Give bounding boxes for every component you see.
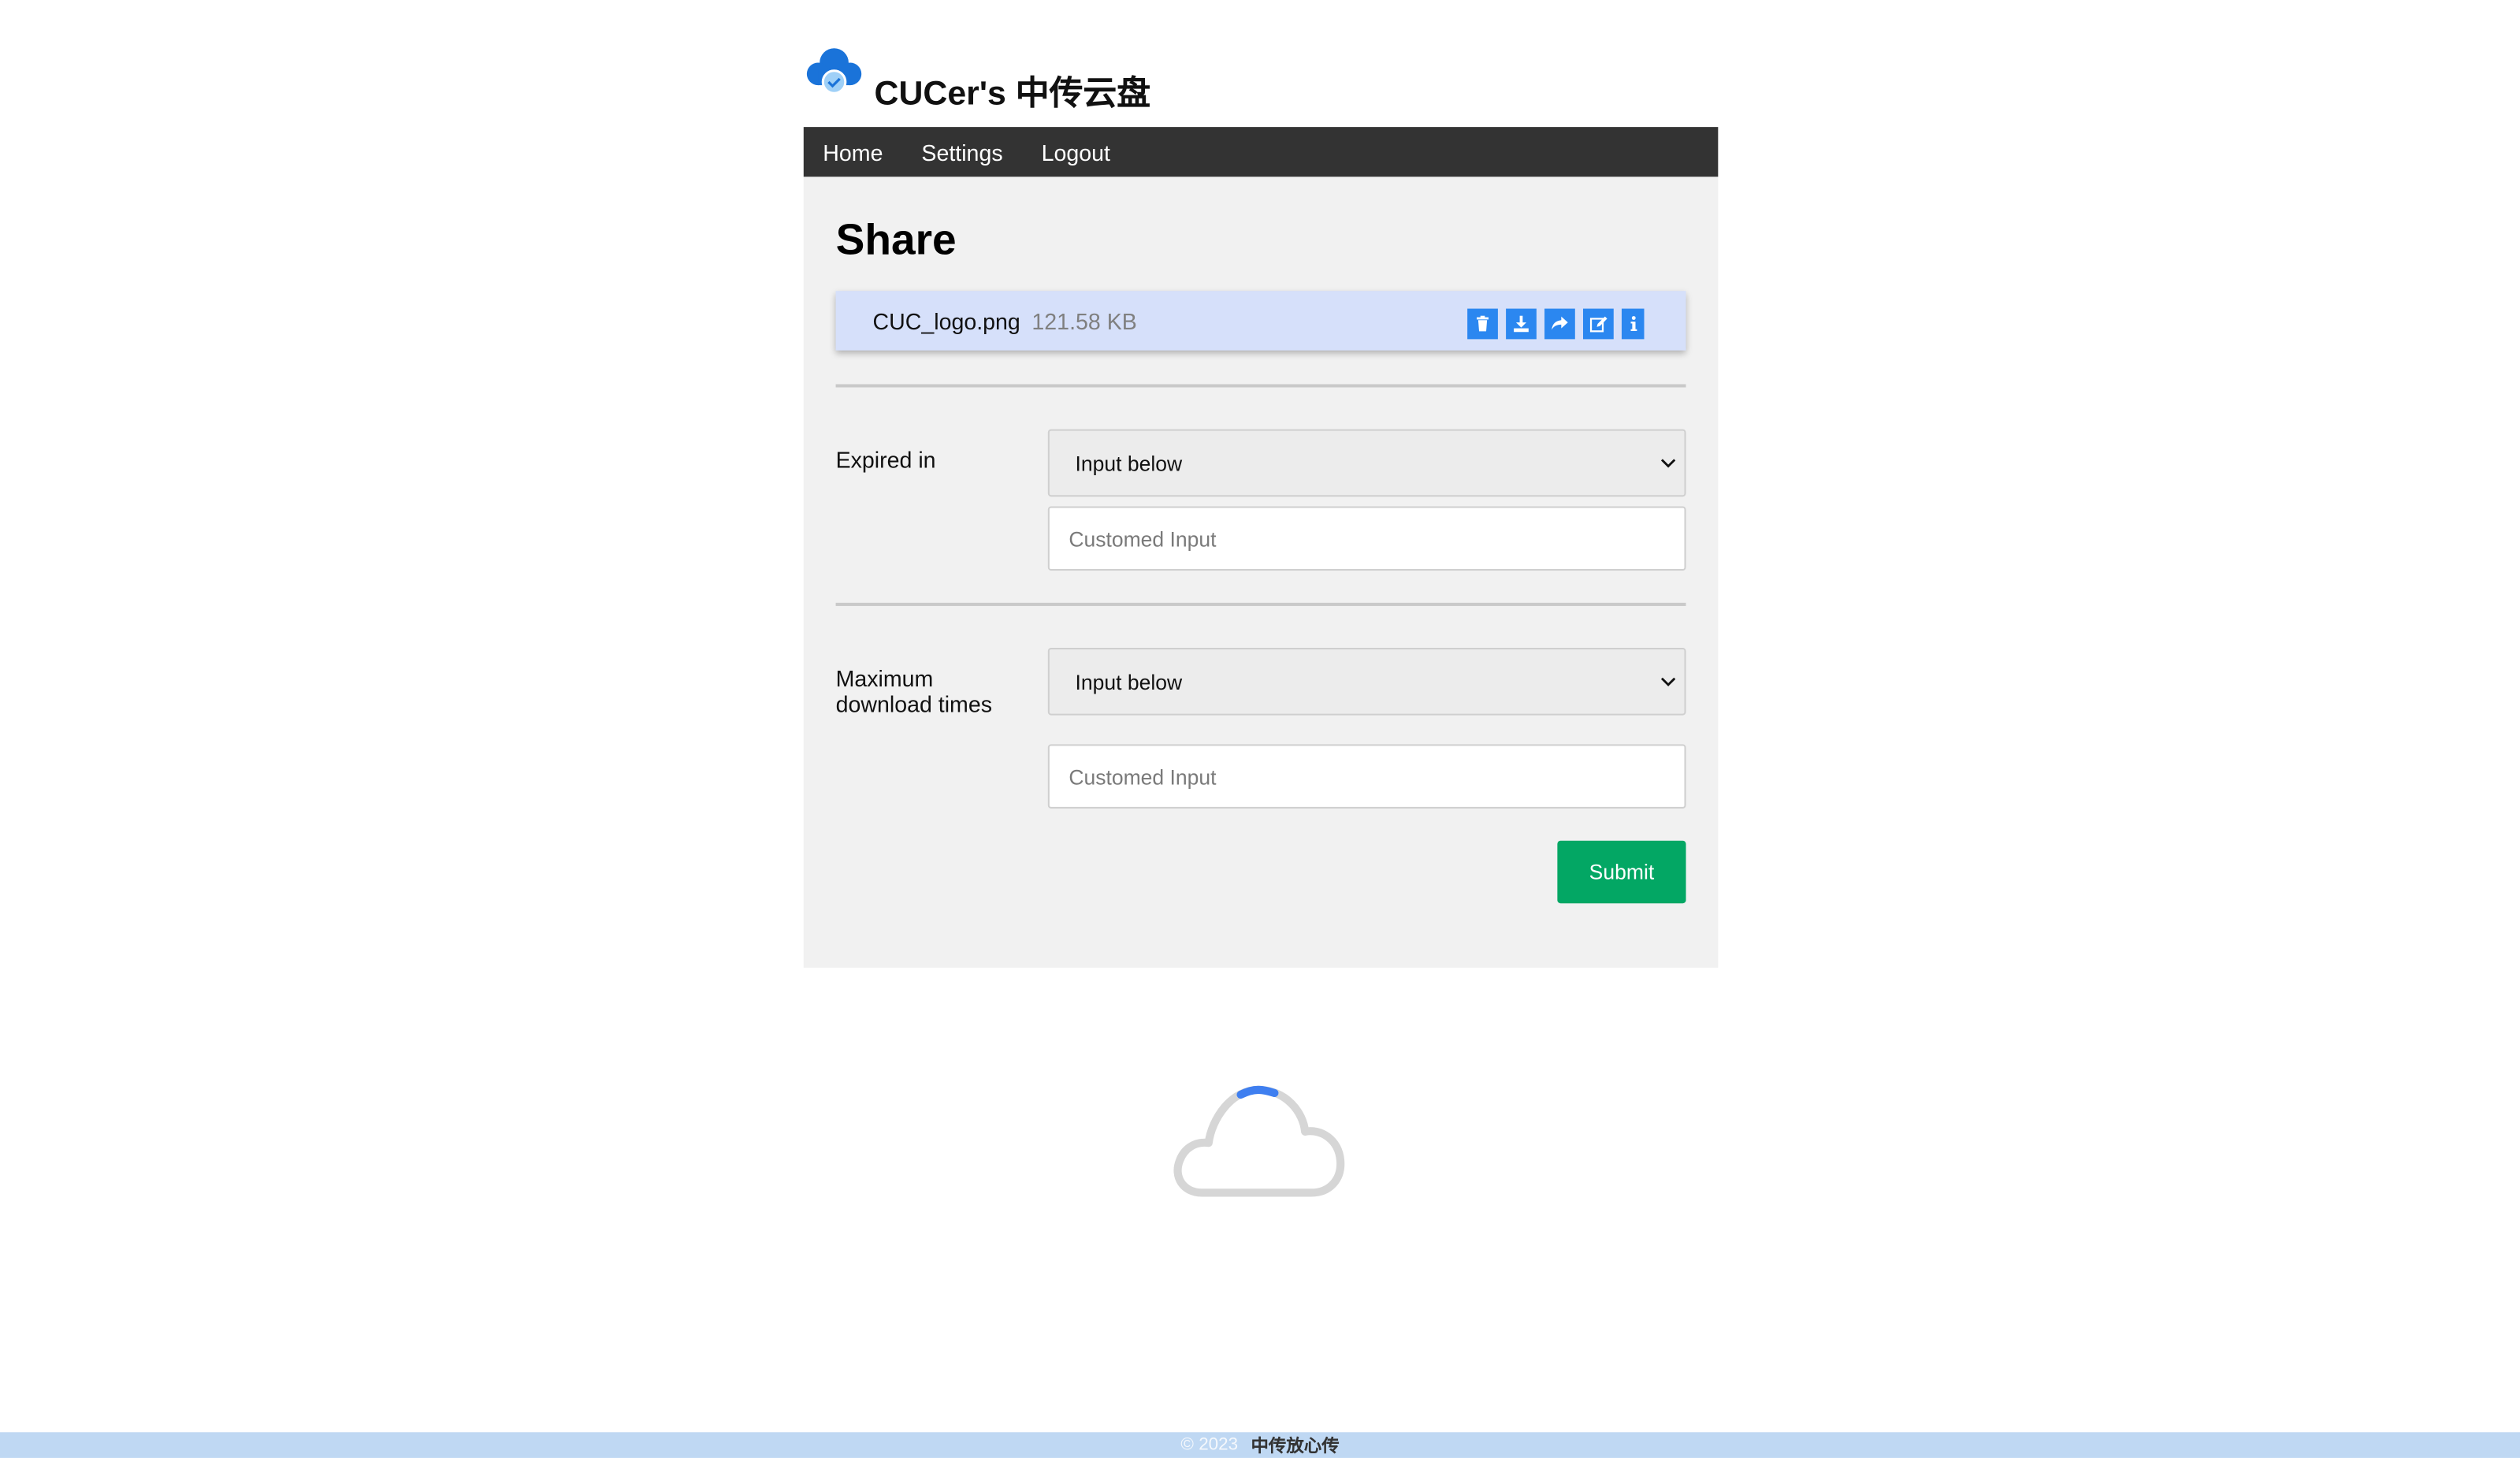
- footer-copyright: © 2023: [1180, 1435, 1239, 1455]
- expire-select[interactable]: Input below: [1047, 429, 1686, 497]
- cloud-loading-icon: [1173, 1085, 1345, 1197]
- footer: © 2023 中传放心传: [0, 1432, 2520, 1458]
- expire-select-value: Input below: [1075, 452, 1183, 476]
- max-downloads-select[interactable]: Input below: [1047, 647, 1686, 716]
- file-name: CUC_logo.png: [872, 308, 1020, 335]
- download-icon: [1514, 315, 1529, 333]
- info-icon: [1630, 316, 1637, 331]
- file-size: 121.58 KB: [1031, 308, 1137, 335]
- file-actions: [1467, 308, 1652, 340]
- edit-icon: [1589, 316, 1608, 333]
- page: CUCer's 中传云盘 Home Settings Logout Share …: [0, 0, 2520, 1458]
- share-button[interactable]: [1544, 308, 1575, 340]
- expire-label: Expired in: [835, 447, 936, 473]
- submit-button[interactable]: Submit: [1557, 840, 1686, 904]
- trash-icon: [1477, 315, 1489, 332]
- nav-settings-link[interactable]: Settings: [921, 139, 1002, 165]
- app-title: CUCer's 中传云盘: [874, 75, 1151, 113]
- chevron-down-icon: [1660, 459, 1676, 468]
- share-panel: Share CUC_logo.png 121.58 KB Expired in …: [803, 177, 1719, 968]
- download-button[interactable]: [1506, 308, 1537, 340]
- edit-button[interactable]: [1583, 308, 1614, 340]
- divider: [835, 384, 1686, 388]
- footer-brand: 中传放心传: [1251, 1437, 1340, 1456]
- share-icon: [1552, 316, 1568, 330]
- divider: [835, 602, 1686, 606]
- top-navbar: Home Settings Logout: [803, 127, 1719, 177]
- delete-button[interactable]: [1467, 308, 1498, 340]
- max-downloads-custom-input[interactable]: [1047, 744, 1686, 809]
- page-title: Share: [835, 215, 957, 264]
- chevron-down-icon: [1660, 677, 1676, 686]
- nav-home-link[interactable]: Home: [823, 139, 883, 165]
- info-button[interactable]: [1621, 308, 1645, 340]
- max-downloads-label: Maximum download times: [835, 665, 993, 717]
- nav-logout-link[interactable]: Logout: [1042, 139, 1110, 165]
- app-header: CUCer's 中传云盘: [804, 29, 1150, 116]
- cloud-logo-icon: [806, 48, 862, 95]
- file-card: CUC_logo.png 121.58 KB: [835, 291, 1686, 351]
- max-downloads-select-value: Input below: [1075, 670, 1183, 695]
- expire-custom-input[interactable]: [1047, 506, 1686, 571]
